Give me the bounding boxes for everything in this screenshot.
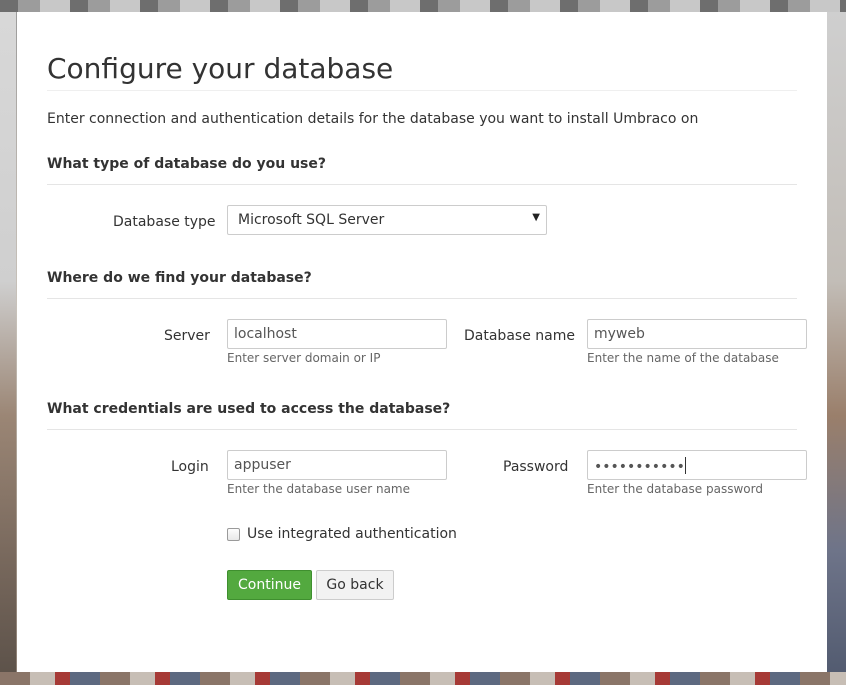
- login-input[interactable]: [227, 450, 447, 480]
- intro-text: Enter connection and authentication deta…: [47, 111, 699, 127]
- background-photo-left: [0, 12, 16, 685]
- database-name-input[interactable]: [587, 319, 807, 349]
- caret-down-icon: ▼: [532, 212, 540, 223]
- database-type-label: Database type: [113, 214, 216, 230]
- login-help: Enter the database user name: [227, 482, 410, 496]
- server-label: Server: [164, 328, 210, 344]
- server-help: Enter server domain or IP: [227, 351, 381, 365]
- integrated-auth-checkbox[interactable]: [227, 528, 240, 541]
- password-masked-value: •••••••••••: [594, 459, 685, 475]
- continue-button[interactable]: Continue: [227, 570, 312, 600]
- section-divider: [47, 429, 797, 430]
- section-divider: [47, 184, 797, 185]
- section-heading-database-location: Where do we find your database?: [47, 270, 312, 286]
- integrated-auth-label[interactable]: Use integrated authentication: [247, 526, 457, 542]
- section-heading-database-type: What type of database do you use?: [47, 156, 327, 172]
- install-panel: Configure your database Enter connection…: [17, 12, 827, 672]
- go-back-button[interactable]: Go back: [316, 570, 394, 600]
- database-type-select[interactable]: Microsoft SQL Server ▼: [227, 205, 547, 235]
- title-divider: [47, 90, 797, 91]
- background-photo-top: [0, 0, 846, 12]
- database-name-label: Database name: [464, 328, 575, 344]
- background-photo-right: [827, 12, 846, 685]
- section-divider: [47, 298, 797, 299]
- text-cursor: [684, 457, 686, 474]
- password-input[interactable]: •••••••••••: [587, 450, 807, 480]
- page-title: Configure your database: [47, 52, 394, 85]
- server-input[interactable]: [227, 319, 447, 349]
- background-photo-bottom: [0, 672, 846, 685]
- database-name-help: Enter the name of the database: [587, 351, 779, 365]
- password-label: Password: [503, 459, 569, 475]
- section-heading-credentials: What credentials are used to access the …: [47, 401, 451, 417]
- login-label: Login: [171, 459, 209, 475]
- database-type-selected: Microsoft SQL Server: [238, 212, 385, 228]
- password-help: Enter the database password: [587, 482, 763, 496]
